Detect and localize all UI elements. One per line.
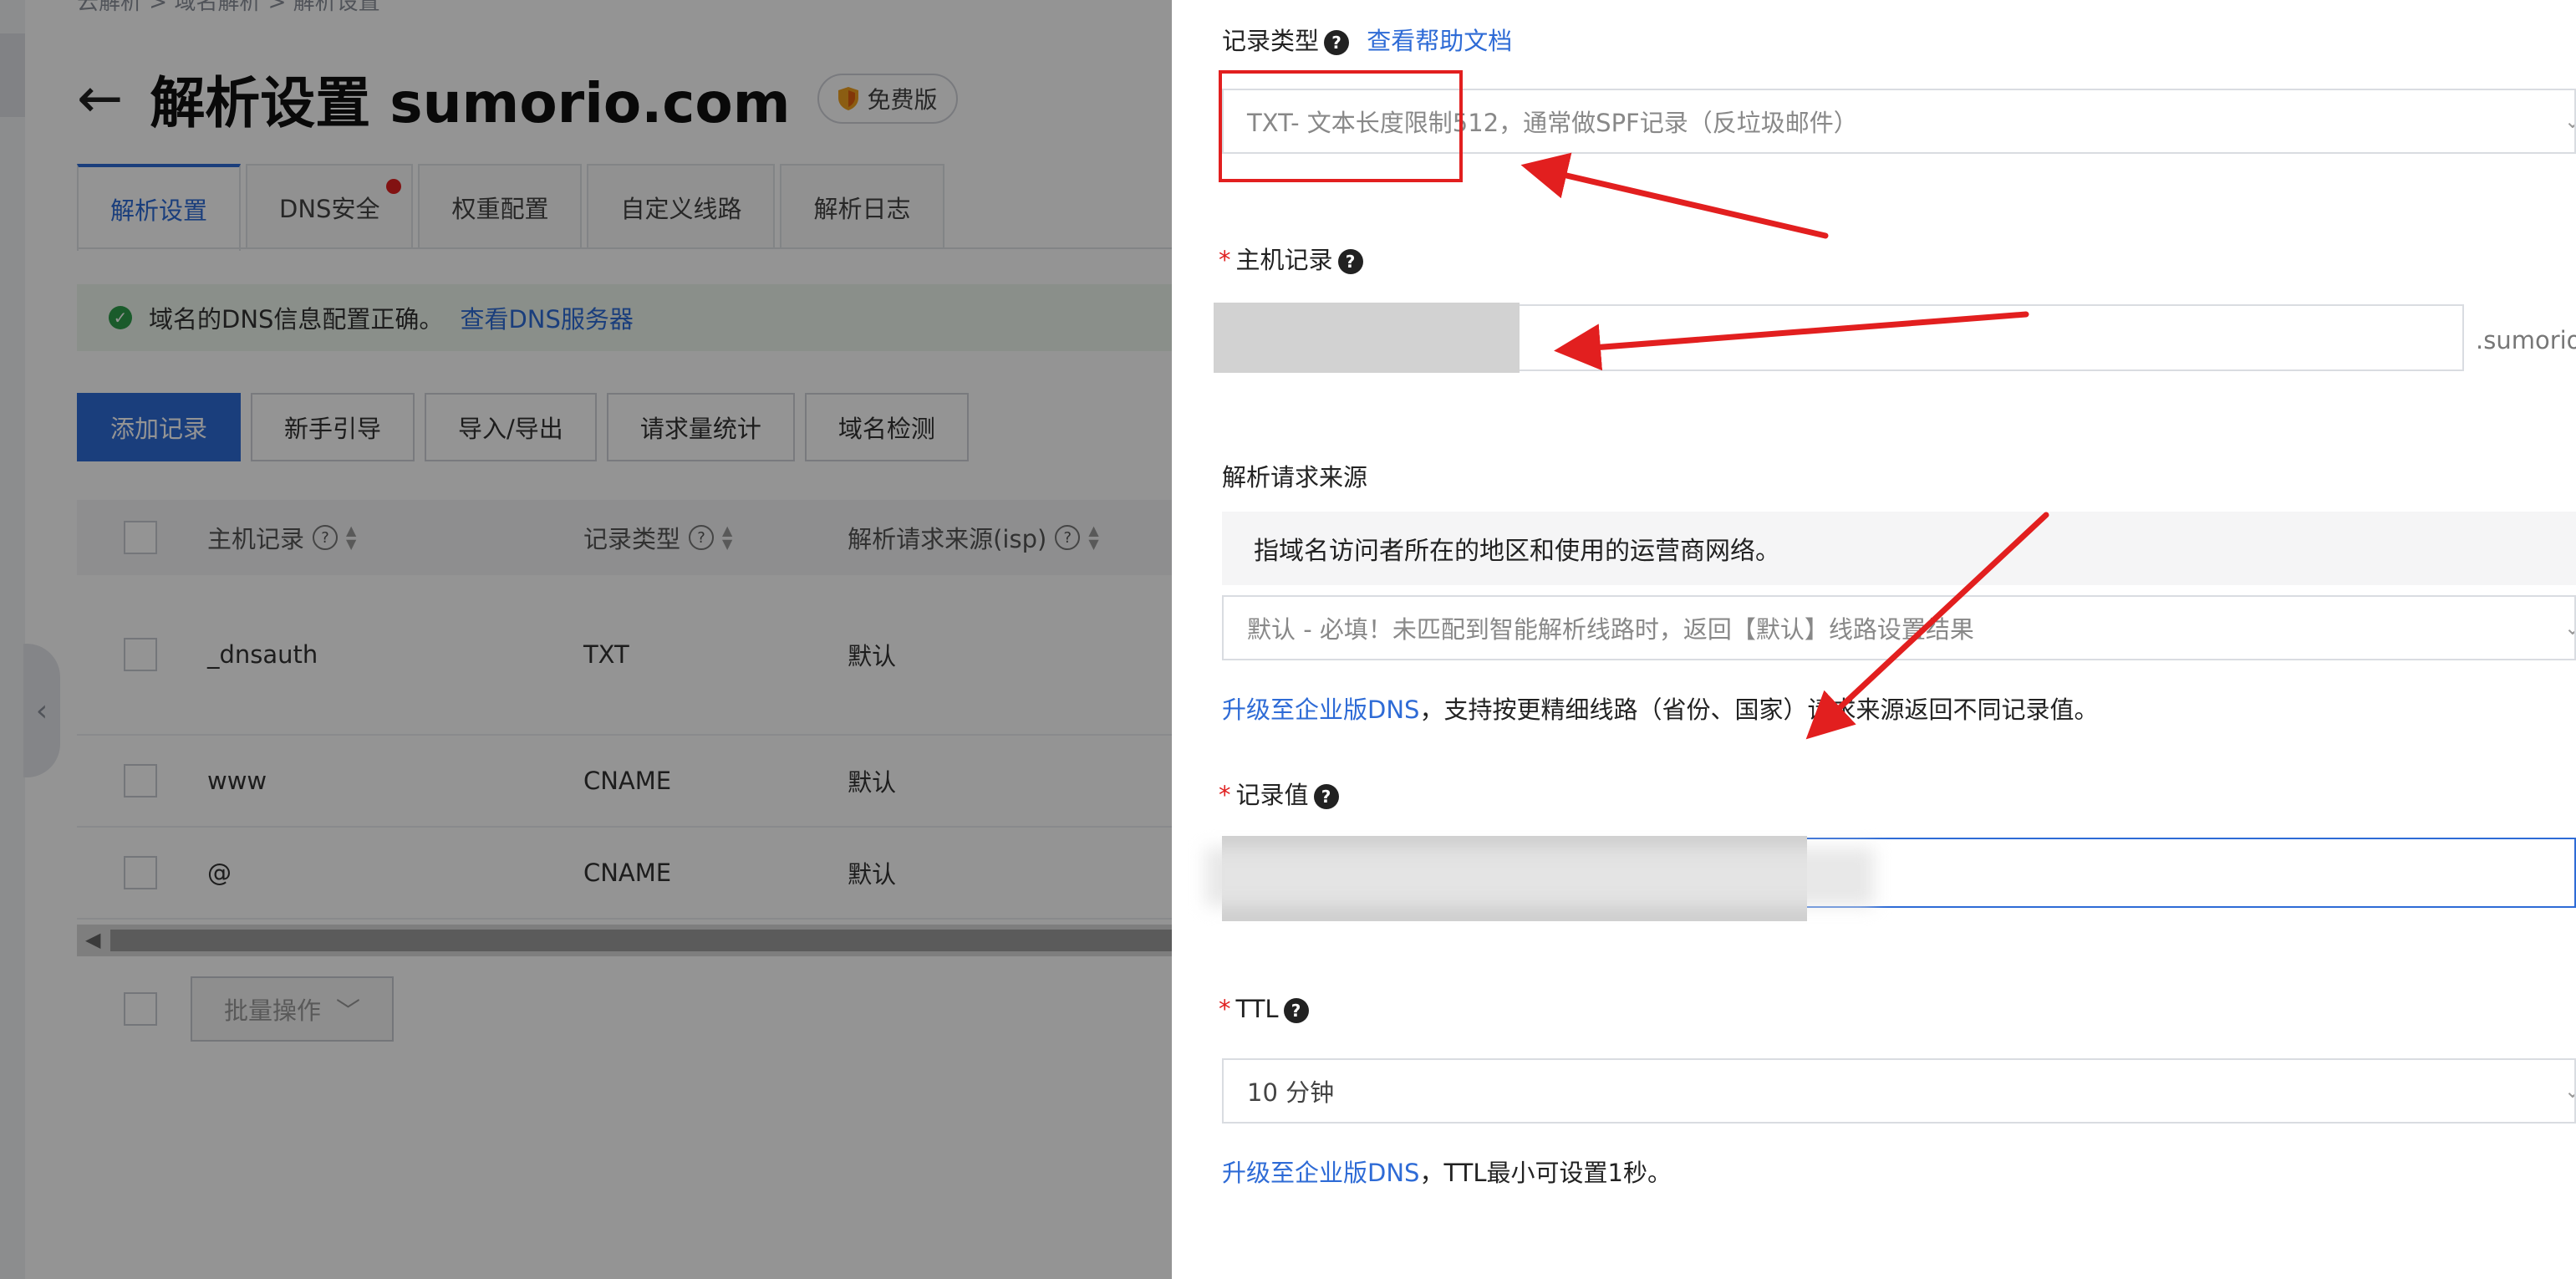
line-upgrade-text: ，支持按更精细线路（省份、国家）请求来源返回不同记录值。 <box>1419 696 2099 724</box>
ttl-upgrade-text: ，TTL最小可设置1秒。 <box>1419 1159 1672 1187</box>
chevron-down-icon: ⌄ <box>2564 110 2574 133</box>
required-mark: * <box>1219 995 1231 1023</box>
chevron-down-icon: ⌄ <box>2564 616 2574 640</box>
required-mark: * <box>1219 246 1231 274</box>
help-icon[interactable]: ? <box>1324 30 1350 55</box>
upgrade-enterprise-link[interactable]: 升级至企业版DNS <box>1222 696 1419 724</box>
host-suffix: .sumorio. <box>2476 326 2576 354</box>
record-type-label: 记录类型 <box>1222 27 1320 55</box>
ttl-field-label: * TTL? <box>1219 995 1309 1023</box>
annotation-highlight-box <box>1219 70 1463 182</box>
line-hint-text: 指域名访问者所在的地区和使用的运营商网络。 <box>1254 537 1780 566</box>
ttl-label: TTL <box>1235 995 1279 1023</box>
required-mark: * <box>1219 781 1231 809</box>
ttl-select[interactable]: 10 分钟 ⌄ <box>1222 1058 2576 1124</box>
modal-mask[interactable] <box>0 0 1172 1279</box>
upgrade-enterprise-link[interactable]: 升级至企业版DNS <box>1222 1159 1419 1187</box>
redacted-record-value-smudge <box>1205 848 1874 906</box>
help-icon[interactable]: ? <box>1313 784 1339 809</box>
line-field-label: 解析请求来源 <box>1222 463 1368 492</box>
ttl-upgrade-note: 升级至企业版DNS，TTL最小可设置1秒。 <box>1222 1154 1672 1189</box>
redacted-host-value <box>1214 303 1520 373</box>
add-record-drawer: 记录类型? 查看帮助文档 TXT- 文本长度限制512，通常做SPF记录（反垃圾… <box>1172 0 2576 1279</box>
chevron-down-icon: ⌄ <box>2564 1079 2574 1103</box>
line-value: 默认 - 必填！未匹配到智能解析线路时，返回【默认】线路设置结果 <box>1247 615 1974 644</box>
help-icon[interactable]: ? <box>1283 998 1309 1023</box>
value-field-label: * 记录值? <box>1219 776 1339 811</box>
line-upgrade-note: 升级至企业版DNS，支持按更精细线路（省份、国家）请求来源返回不同记录值。 <box>1222 690 2098 726</box>
line-select[interactable]: 默认 - 必填！未匹配到智能解析线路时，返回【默认】线路设置结果 ⌄ <box>1222 595 2576 660</box>
ttl-value: 10 分钟 <box>1247 1078 1335 1107</box>
record-type-field-label: 记录类型? 查看帮助文档 <box>1222 22 1512 57</box>
help-icon[interactable]: ? <box>1337 249 1363 274</box>
host-label: 主机记录 <box>1235 246 1333 274</box>
help-docs-link[interactable]: 查看帮助文档 <box>1367 27 1512 55</box>
host-field-label: * 主机记录? <box>1219 241 1363 276</box>
value-label: 记录值 <box>1235 781 1309 809</box>
line-hint: 指域名访问者所在的地区和使用的运营商网络。 <box>1222 512 2576 585</box>
